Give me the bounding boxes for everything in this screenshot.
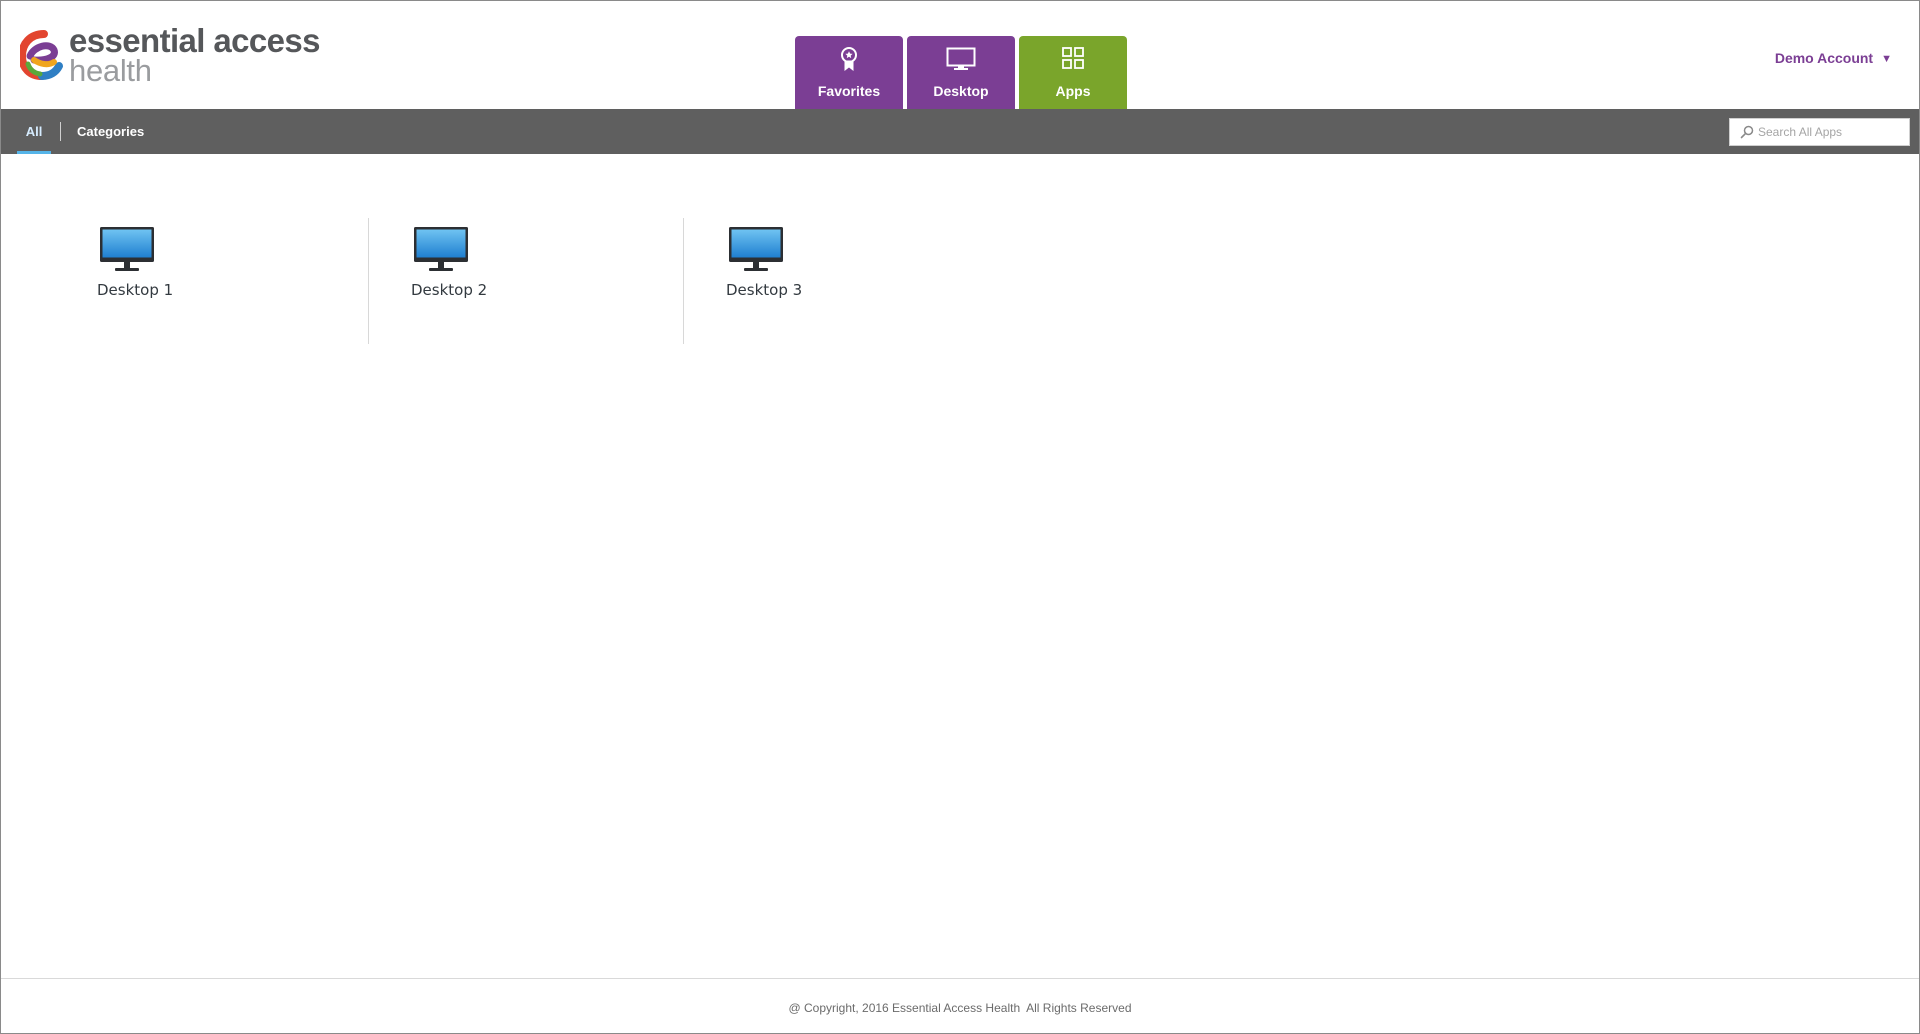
header: essential access health Favorites Deskto… <box>1 1 1919 109</box>
app-label: Desktop 3 <box>726 281 803 299</box>
tab-desktop[interactable]: Desktop <box>907 36 1015 109</box>
filter-divider <box>60 122 61 141</box>
filter-all-label: All <box>25 124 43 139</box>
search-input[interactable] <box>1758 122 1903 142</box>
tab-apps-label: Apps <box>1055 83 1091 99</box>
award-ribbon-icon <box>841 47 857 71</box>
monitor-icon <box>946 47 976 70</box>
app-window: essential access health Favorites Deskto… <box>0 0 1920 1034</box>
app-tile-desktop-2[interactable]: Desktop 2 <box>411 218 728 344</box>
search-icon <box>1740 125 1754 139</box>
tab-favorites[interactable]: Favorites <box>795 36 903 109</box>
app-tile-desktop-1[interactable]: Desktop 1 <box>97 218 414 344</box>
grid-apps-icon <box>1062 47 1084 69</box>
footer: @ Copyright, 2016 Essential Access Healt… <box>1 978 1919 1033</box>
brand-name-secondary: health <box>69 53 152 88</box>
app-label: Desktop 1 <box>97 281 174 299</box>
account-name: Demo Account <box>1774 50 1874 66</box>
apps-grid: Desktop 1 Desktop 2 Desktop 3 <box>1 154 1919 978</box>
tile-divider <box>368 218 369 344</box>
brand-logo-mark-icon <box>20 30 63 80</box>
account-menu[interactable]: Demo Account ▼ <box>1775 50 1892 66</box>
brand-logo[interactable]: essential access health <box>20 23 321 88</box>
tab-apps[interactable]: Apps <box>1019 36 1127 109</box>
desktop-monitor-icon <box>414 227 468 271</box>
filter-categories-tab[interactable]: Categories <box>77 109 144 154</box>
tab-favorites-label: Favorites <box>817 83 881 99</box>
app-label: Desktop 2 <box>411 281 488 299</box>
chevron-down-icon: ▼ <box>1881 53 1892 65</box>
tab-desktop-label: Desktop <box>933 83 989 99</box>
desktop-monitor-icon <box>729 227 783 271</box>
main-tabs: Favorites Desktop Apps <box>795 36 1127 109</box>
filter-toolbar: All Categories <box>1 109 1919 154</box>
search-box[interactable] <box>1729 118 1910 146</box>
tile-divider <box>683 218 684 344</box>
app-tile-desktop-3[interactable]: Desktop 3 <box>726 218 1043 344</box>
filter-all-tab[interactable]: All <box>17 109 51 154</box>
desktop-monitor-icon <box>100 227 154 271</box>
copyright-text: @ Copyright, 2016 Essential Access Healt… <box>788 1001 1132 1015</box>
filter-categories-label: Categories <box>77 124 145 139</box>
